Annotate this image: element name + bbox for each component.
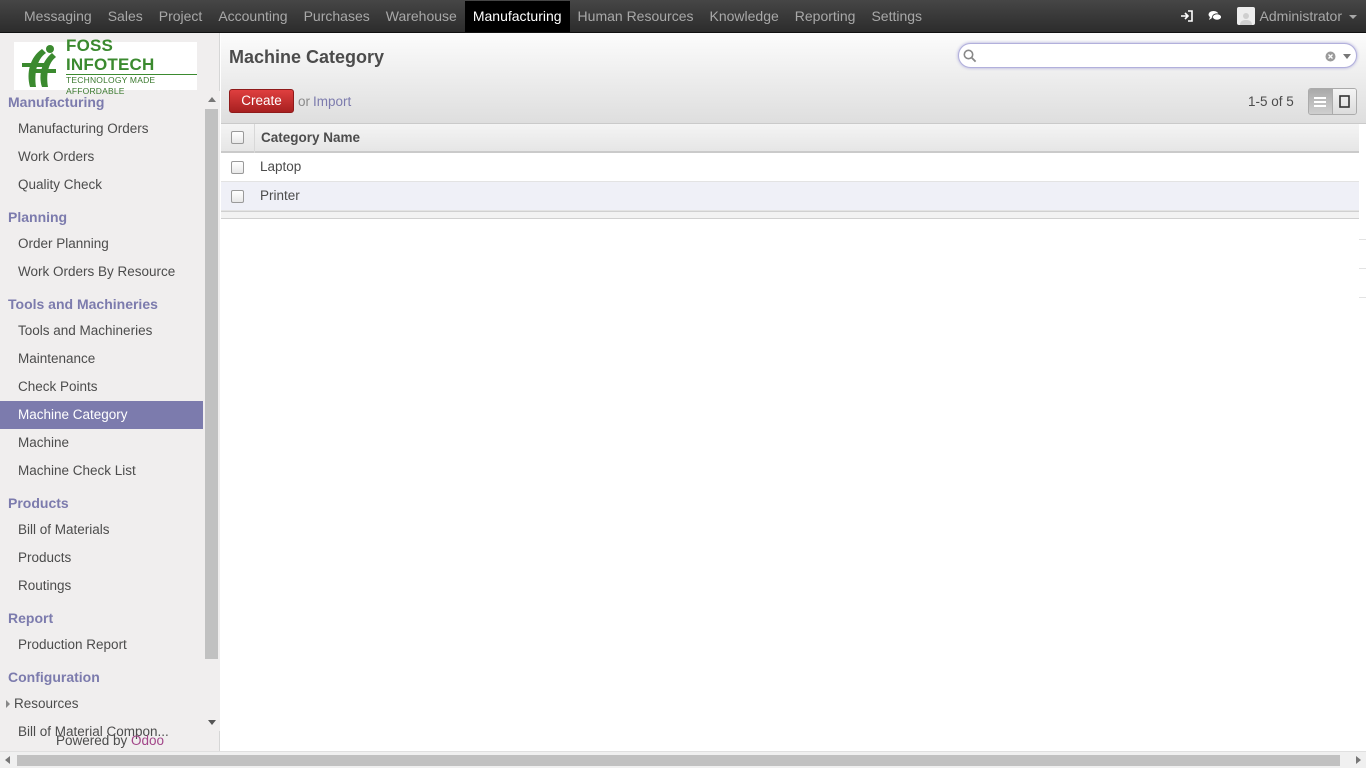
- sidebar-item-maintenance[interactable]: Maintenance: [0, 345, 203, 373]
- section-tools-and-machineries: Tools and Machineries: [8, 296, 158, 312]
- list-view-icon[interactable]: [1309, 89, 1333, 114]
- scroll-left-icon[interactable]: [5, 756, 10, 764]
- scrollbar-thumb[interactable]: [17, 755, 1340, 766]
- user-name: Administrator: [1259, 8, 1342, 24]
- section-manufacturing: Manufacturing: [8, 94, 105, 110]
- section-planning: Planning: [8, 209, 68, 225]
- sidebar-item-work-orders-by-resource[interactable]: Work Orders By Resource: [0, 258, 203, 286]
- sidebar-item-manufacturing-orders[interactable]: Manufacturing Orders: [0, 115, 203, 143]
- scroll-right-icon[interactable]: [1356, 756, 1361, 764]
- top-menu-bar: Messaging Sales Project Accounting Purch…: [0, 0, 1366, 33]
- create-button[interactable]: Create: [229, 89, 294, 113]
- menu-project[interactable]: Project: [151, 0, 211, 31]
- table-row[interactable]: Printer: [221, 182, 1359, 211]
- page-title: Machine Category: [229, 47, 385, 67]
- row-checkbox[interactable]: [231, 190, 244, 203]
- scrollbar-thumb[interactable]: [205, 109, 218, 659]
- sidebar-scrollbar[interactable]: [203, 91, 220, 731]
- company-logo[interactable]: FOSS INFOTECH TECHNOLOGY MADE AFFORDABLE: [14, 36, 197, 96]
- sidebar-item-routings[interactable]: Routings: [0, 572, 203, 600]
- sidebar-item-resources[interactable]: Resources: [0, 690, 203, 718]
- view-header: Machine Category Create or Import 1-5 of…: [221, 33, 1366, 124]
- scroll-up-icon[interactable]: [208, 97, 216, 102]
- column-category-name[interactable]: Category Name: [261, 130, 360, 145]
- row-stub: [1359, 269, 1366, 298]
- or-label: or: [298, 94, 311, 109]
- scroll-down-icon[interactable]: [208, 720, 216, 725]
- logo-brand: FOSS INFOTECH: [66, 35, 155, 74]
- menu-knowledge[interactable]: Knowledge: [701, 0, 786, 31]
- sidebar-item-production-report[interactable]: Production Report: [0, 631, 203, 659]
- sidebar-item-quality-check[interactable]: Quality Check: [0, 171, 203, 199]
- sidebar-item-work-orders[interactable]: Work Orders: [0, 143, 203, 171]
- menu-messaging[interactable]: Messaging: [16, 0, 100, 31]
- menu-warehouse[interactable]: Warehouse: [378, 0, 465, 31]
- horizontal-scrollbar[interactable]: [0, 751, 1366, 768]
- chevron-down-icon: [1349, 15, 1357, 19]
- top-right-tray: Administrator: [1173, 0, 1366, 32]
- view-switcher: [1308, 88, 1357, 115]
- sidebar-item-machine-check-list[interactable]: Machine Check List: [0, 457, 203, 485]
- sidebar: FOSS INFOTECH TECHNOLOGY MADE AFFORDABLE…: [0, 33, 220, 751]
- sidebar-item-machine[interactable]: Machine: [0, 429, 203, 457]
- sidebar-item-bill-of-materials[interactable]: Bill of Materials: [0, 516, 203, 544]
- category-name-cell[interactable]: Printer: [260, 188, 300, 203]
- sidebar-item-tools-and-machineries[interactable]: Tools and Machineries: [0, 317, 203, 345]
- search-box[interactable]: [958, 43, 1357, 68]
- powered-by: Powered by Odoo: [0, 733, 220, 748]
- list-footer: [221, 211, 1359, 219]
- sidebar-item-machine-category[interactable]: Machine Category: [0, 401, 203, 429]
- category-name-cell[interactable]: Laptop: [260, 159, 301, 174]
- menu-accounting[interactable]: Accounting: [210, 0, 295, 31]
- avatar: [1236, 7, 1255, 25]
- user-menu[interactable]: Administrator: [1229, 0, 1366, 32]
- sign-in-icon[interactable]: [1173, 0, 1201, 32]
- app-menu: Messaging Sales Project Accounting Purch…: [16, 0, 930, 32]
- section-configuration: Configuration: [8, 669, 100, 685]
- menu-sales[interactable]: Sales: [100, 0, 151, 31]
- import-link[interactable]: Import: [313, 94, 351, 109]
- odoo-link[interactable]: Odoo: [131, 733, 164, 748]
- sidebar-item-check-points[interactable]: Check Points: [0, 373, 203, 401]
- row-stub: [1359, 240, 1366, 269]
- search-icon: [963, 49, 977, 66]
- sidebar-nav: Manufacturing Manufacturing Orders Work …: [0, 91, 203, 746]
- pager-value[interactable]: 1-5 of 5: [1248, 94, 1294, 109]
- section-report: Report: [8, 610, 54, 626]
- list-view: Category Name Laptop Printer: [221, 124, 1359, 219]
- form-view-icon[interactable]: [1332, 89, 1356, 114]
- menu-purchases[interactable]: Purchases: [296, 0, 378, 31]
- search-options-chevron-icon[interactable]: [1343, 54, 1351, 59]
- table-row[interactable]: Laptop: [221, 153, 1359, 182]
- menu-settings[interactable]: Settings: [863, 0, 930, 31]
- table-header: Category Name: [221, 124, 1359, 153]
- chat-icon[interactable]: [1201, 0, 1229, 32]
- select-all-checkbox[interactable]: [231, 131, 244, 144]
- section-products: Products: [8, 495, 69, 511]
- menu-reporting[interactable]: Reporting: [787, 0, 864, 31]
- search-input[interactable]: [979, 47, 1319, 64]
- menu-human-resources[interactable]: Human Resources: [570, 0, 702, 31]
- powered-prefix: Powered by: [55, 733, 128, 748]
- clear-search-icon[interactable]: [1325, 50, 1336, 65]
- row-stub: [1359, 211, 1366, 240]
- logo-mark-icon: [16, 43, 62, 89]
- menu-manufacturing[interactable]: Manufacturing: [464, 1, 570, 32]
- sidebar-item-order-planning[interactable]: Order Planning: [0, 230, 203, 258]
- row-checkbox[interactable]: [231, 161, 244, 174]
- sidebar-item-products[interactable]: Products: [0, 544, 203, 572]
